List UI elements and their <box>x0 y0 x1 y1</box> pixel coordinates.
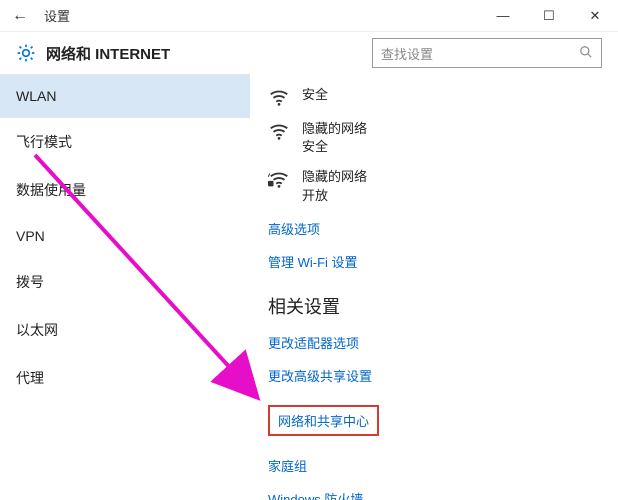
sidebar-item-label: 拨号 <box>16 274 44 290</box>
titlebar: ← 设置 — ☐ ✕ <box>0 0 618 32</box>
page-title: 网络和 INTERNET <box>46 43 372 64</box>
sidebar-item-proxy[interactable]: 代理 <box>0 354 250 402</box>
sidebar-item-label: VPN <box>16 228 45 244</box>
sidebar-item-label: 以太网 <box>16 322 58 338</box>
wifi-secure-icon <box>268 120 290 142</box>
link-manage-wifi[interactable]: 管理 Wi-Fi 设置 <box>268 252 600 271</box>
link-advanced-options[interactable]: 高级选项 <box>268 219 600 238</box>
sidebar-item-data-usage[interactable]: 数据使用量 <box>0 166 250 214</box>
sidebar-item-dialup[interactable]: 拨号 <box>0 258 250 306</box>
network-label: 安全 <box>302 86 328 104</box>
sidebar-item-vpn[interactable]: VPN <box>0 214 250 258</box>
highlight-box: 网络和共享中心 <box>268 405 379 436</box>
link-network-sharing-center[interactable]: 网络和共享中心 <box>278 411 369 430</box>
sidebar-item-label: 数据使用量 <box>16 182 86 198</box>
sidebar: WLAN 飞行模式 数据使用量 VPN 拨号 以太网 代理 <box>0 74 250 500</box>
wifi-secure-icon <box>268 86 290 108</box>
sidebar-item-ethernet[interactable]: 以太网 <box>0 306 250 354</box>
sidebar-item-label: 飞行模式 <box>16 134 72 150</box>
sidebar-item-label: 代理 <box>16 370 44 386</box>
network-item[interactable]: 安全 <box>268 86 600 108</box>
network-item[interactable]: 隐藏的网络安全 <box>268 120 600 156</box>
close-button[interactable]: ✕ <box>572 0 618 32</box>
search-placeholder: 查找设置 <box>381 44 579 63</box>
content-panel: 安全 隐藏的网络安全 隐藏的网络开放 高级选项 管理 Wi-Fi 设置 相关设置… <box>250 74 618 500</box>
link-windows-firewall[interactable]: Windows 防火墙 <box>268 489 600 500</box>
main-area: WLAN 飞行模式 数据使用量 VPN 拨号 以太网 代理 安全 隐藏的网络安全… <box>0 74 618 500</box>
back-button[interactable]: ← <box>12 7 36 25</box>
wifi-open-icon <box>268 168 290 190</box>
minimize-button[interactable]: — <box>480 0 526 32</box>
sidebar-item-wlan[interactable]: WLAN <box>0 74 250 118</box>
sidebar-item-airplane[interactable]: 飞行模式 <box>0 118 250 166</box>
header: 网络和 INTERNET 查找设置 <box>0 32 618 74</box>
maximize-button[interactable]: ☐ <box>526 0 572 32</box>
section-title-related: 相关设置 <box>268 293 600 319</box>
sidebar-item-label: WLAN <box>16 88 56 104</box>
network-label: 隐藏的网络开放 <box>302 168 367 204</box>
window-controls: — ☐ ✕ <box>480 0 618 32</box>
link-adapter-options[interactable]: 更改适配器选项 <box>268 333 600 352</box>
search-icon <box>579 45 593 62</box>
network-label: 隐藏的网络安全 <box>302 120 367 156</box>
gear-icon <box>16 43 36 63</box>
network-item[interactable]: 隐藏的网络开放 <box>268 168 600 204</box>
link-advanced-sharing[interactable]: 更改高级共享设置 <box>268 366 600 385</box>
search-input[interactable]: 查找设置 <box>372 38 602 68</box>
window-title: 设置 <box>44 6 70 25</box>
link-homegroup[interactable]: 家庭组 <box>268 456 600 475</box>
